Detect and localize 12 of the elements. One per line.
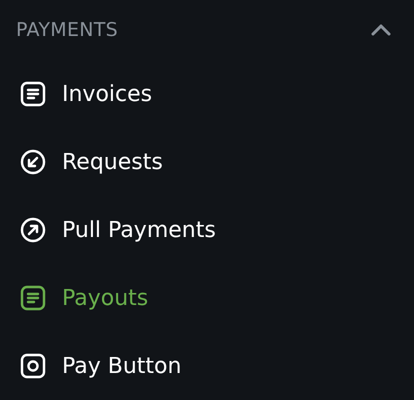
document-icon	[20, 81, 46, 107]
document-icon	[20, 285, 46, 311]
nav-item[interactable]: Pull Payments	[0, 196, 216, 264]
section-title: PAYMENTS	[16, 19, 118, 41]
nav-item[interactable]: Payouts	[0, 264, 148, 332]
nav-item[interactable]: Pay Button	[0, 332, 182, 400]
button-icon	[20, 353, 46, 379]
collapse-chevron-icon[interactable]	[370, 23, 392, 37]
nav-item[interactable]: Invoices	[0, 60, 152, 128]
arrow-in-circle-icon	[20, 149, 46, 175]
arrow-out-circle-icon	[20, 217, 46, 243]
nav-item[interactable]: Requests	[0, 128, 163, 196]
